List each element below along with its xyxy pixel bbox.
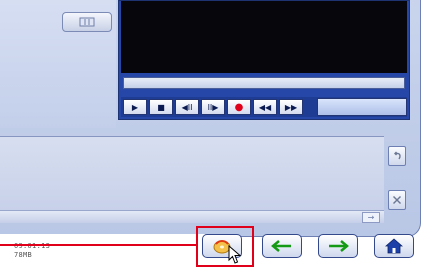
video-player: ▶ ■ ◀II II▶ ● ◀◀ ▶▶: [118, 0, 410, 120]
undo-button[interactable]: [388, 146, 406, 166]
main-window: ▶ ■ ◀II II▶ ● ◀◀ ▶▶ →: [0, 0, 421, 237]
stop-icon: ■: [157, 102, 165, 112]
undo-icon: [394, 151, 401, 160]
record-icon: ●: [234, 101, 244, 113]
stop-button[interactable]: ■: [149, 99, 173, 115]
play-icon: ▶: [131, 102, 139, 112]
home-icon: [385, 238, 403, 254]
mouse-cursor-icon: [228, 245, 242, 264]
rewind-icon: ◀◀: [258, 102, 272, 112]
step-back-icon: ◀II: [181, 102, 193, 112]
status-size: 78MB: [14, 251, 33, 259]
highlight-pointer-line: [0, 244, 198, 246]
home-button[interactable]: [374, 234, 414, 258]
player-controls: ▶ ■ ◀II II▶ ● ◀◀ ▶▶: [121, 97, 407, 117]
seek-bar[interactable]: [123, 77, 405, 89]
double-bar-icon: [79, 17, 95, 27]
top-small-button[interactable]: [62, 12, 112, 32]
delete-button[interactable]: [388, 190, 406, 210]
rewind-button[interactable]: ◀◀: [253, 99, 277, 115]
arrow-left-icon: [271, 240, 291, 252]
close-icon: [393, 196, 401, 204]
arrow-right-icon: [329, 240, 349, 252]
highlight-box: [196, 226, 254, 267]
scroll-right-icon[interactable]: →: [362, 212, 380, 223]
back-button[interactable]: [262, 234, 302, 258]
record-button[interactable]: ●: [227, 99, 251, 115]
step-back-button[interactable]: ◀II: [175, 99, 199, 115]
forward-button[interactable]: [318, 234, 358, 258]
fast-forward-icon: ▶▶: [284, 102, 298, 112]
step-forward-button[interactable]: II▶: [201, 99, 225, 115]
play-button[interactable]: ▶: [123, 99, 147, 115]
step-forward-icon: II▶: [207, 102, 219, 112]
video-screen: [121, 1, 407, 73]
player-info-panel: [317, 98, 407, 116]
horizontal-scrollbar[interactable]: →: [0, 210, 384, 223]
fast-forward-button[interactable]: ▶▶: [279, 99, 303, 115]
